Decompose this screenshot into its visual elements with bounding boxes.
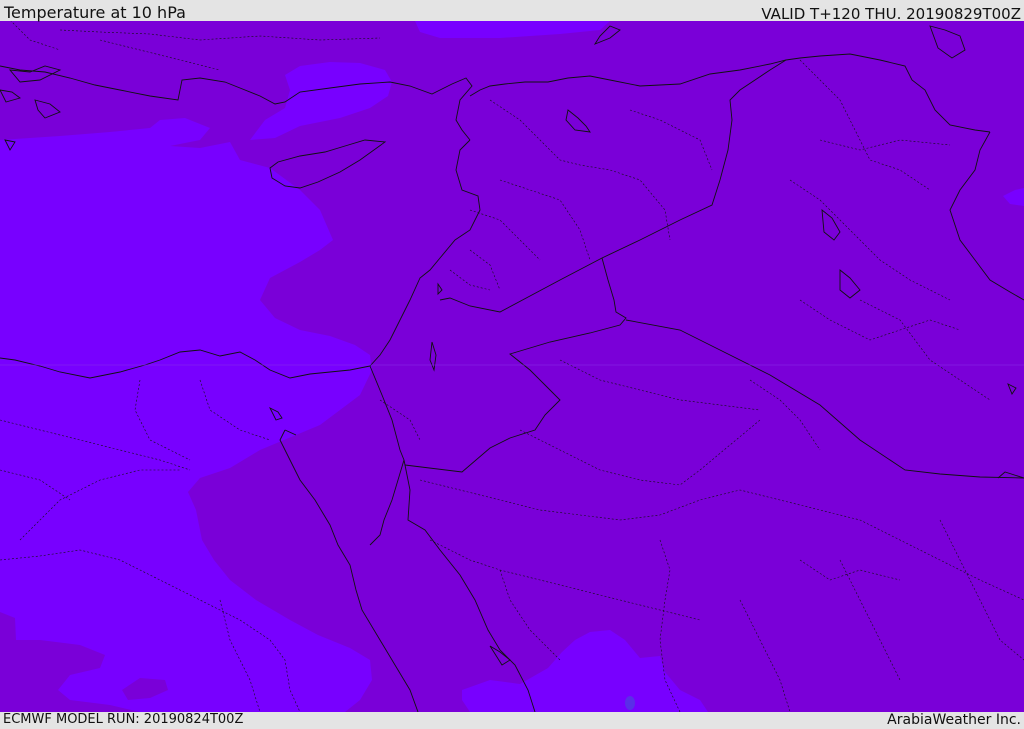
model-run-label: ECMWF MODEL RUN: 20190824T00Z xyxy=(3,712,244,727)
weather-map-frame: Temperature at 10 hPa VALID T+120 THU. 2… xyxy=(0,0,1024,729)
footer-bar: ECMWF MODEL RUN: 20190824T00Z ArabiaWeat… xyxy=(0,712,1024,729)
map-title: Temperature at 10 hPa xyxy=(4,3,186,22)
valid-time-label: VALID T+120 THU. 20190829T00Z xyxy=(761,5,1021,23)
credit-label: ArabiaWeather Inc. xyxy=(887,712,1021,728)
header-bar: Temperature at 10 hPa VALID T+120 THU. 2… xyxy=(0,0,1024,23)
temperature-map xyxy=(0,21,1024,712)
blue-spot xyxy=(625,696,635,710)
